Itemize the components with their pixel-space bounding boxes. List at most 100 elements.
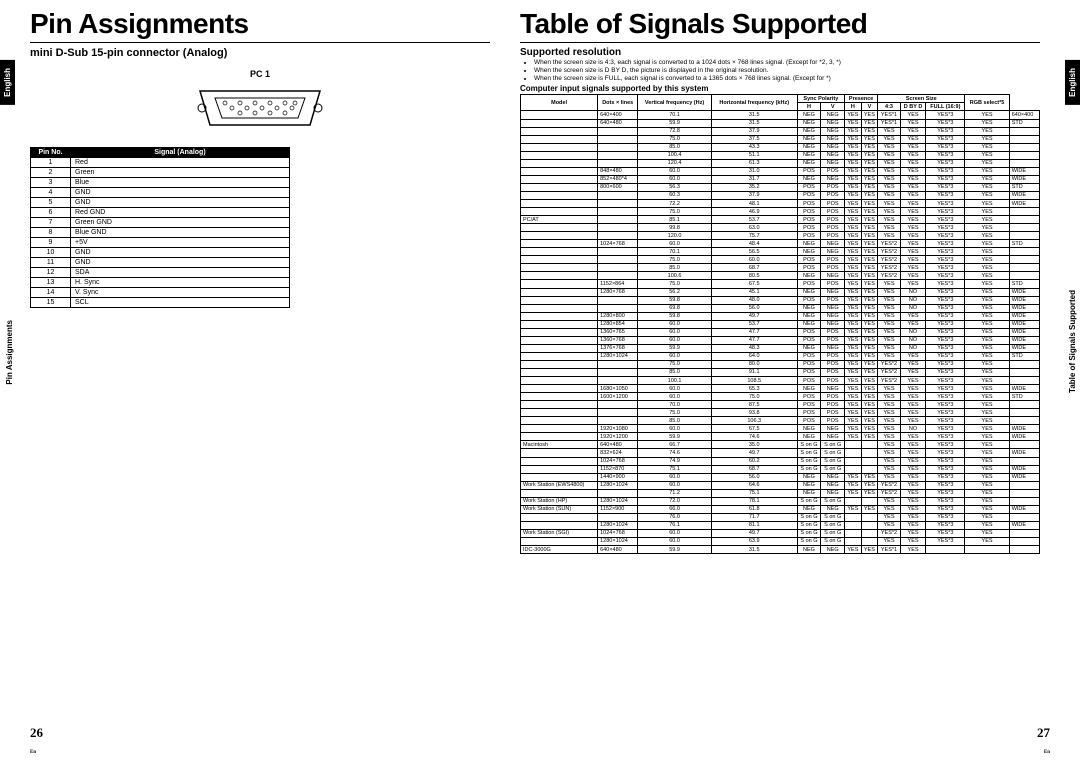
table-row: 120.461.3NEGNEGYESYESYESYESYES*3YES <box>521 159 1040 167</box>
table-row: 1152×86475.067.5POSPOSYESYESYESYESYES*3Y… <box>521 280 1040 288</box>
table-row: 852×480*460.031.7NEGNEGYESYESYESYESYES*3… <box>521 175 1040 183</box>
table-row: Work Station (EWS4800)1280×102460.064.6N… <box>521 481 1040 489</box>
table-row: 70.156.5NEGNEGYESYESYES*2YESYES*3YES <box>521 248 1040 256</box>
th-hp: H <box>845 103 862 111</box>
lang-tab-right: English <box>1065 60 1080 105</box>
table-row: 640×48059.931.5NEGNEGYESYESYES*1YESYES*3… <box>521 119 1040 127</box>
table-row: 848×48060.031.0POSPOSYESYESYESYESYES*3YE… <box>521 167 1040 175</box>
note-item: When the screen size is D BY D, the pict… <box>534 67 1040 75</box>
subtitle-right: Supported resolution <box>520 47 1040 58</box>
table-row: 1024×76860.048.4NEGNEGYESYESYES*2YESYES*… <box>521 240 1040 248</box>
table-row: 8Blue GND <box>31 228 290 238</box>
subtitle-left: mini D-Sub 15-pin connector (Analog) <box>30 47 490 59</box>
table-row: 1680×105060.065.3NEGNEGYESYESYESYESYES*3… <box>521 385 1040 393</box>
table-row: 100.451.1NEGNEGYESYESYESYESYES*3YES <box>521 151 1040 159</box>
notes-heading: Computer input signals supported by this… <box>520 84 1040 93</box>
notes-list: When the screen size is 4:3, each signal… <box>520 59 1040 82</box>
table-row: 70.087.5POSPOSYESYESYESYESYES*3YES <box>521 401 1040 409</box>
connector-diagram: PC 1 <box>30 69 490 133</box>
table-row: Work Station (SUN)1152×90066.061.8NEGNEG… <box>521 505 1040 513</box>
table-row: 800×60056.335.2POSPOSYESYESYESYESYES*3YE… <box>521 183 1040 191</box>
th-rgb: RGB select*5 <box>965 95 1009 111</box>
th-vf: Vertical frequency (Hz) <box>638 95 712 111</box>
th-43: 4:3 <box>878 103 901 111</box>
table-row: 5GND <box>31 198 290 208</box>
table-row: 3Blue <box>31 178 290 188</box>
th-sync: Sync Polarity <box>797 95 845 103</box>
th-h: H <box>797 103 821 111</box>
table-row: 1280×102476.181.1S on GS on GYESYESYES*3… <box>521 521 1040 529</box>
table-row: PC/AT85.153.7POSPOSYESYESYESYESYES*3YES <box>521 216 1040 224</box>
table-row: 1024×76874.960.2S on GS on GYESYESYES*3Y… <box>521 457 1040 465</box>
table-row: 1280×102460.064.0POSPOSYESYESYESYESYES*3… <box>521 352 1040 360</box>
table-row: 120.075.7POSPOSYESYESYESYESYES*3YES <box>521 232 1040 240</box>
table-row: 1920×108060.067.5NEGNEGYESYESYESNOYES*3Y… <box>521 425 1040 433</box>
table-row: 4GND <box>31 188 290 198</box>
table-row: 15SCL <box>31 298 290 308</box>
th-pres: Presence <box>845 95 878 103</box>
table-row: 100.1108.5POSPOSYESYESYES*2YESYES*3YES <box>521 377 1040 385</box>
table-row: 7Green GND <box>31 218 290 228</box>
table-row: 1360×76860.047.7POSPOSYESYESYESNOYES*3YE… <box>521 336 1040 344</box>
th-full: FULL (16:9) <box>926 103 965 111</box>
table-row: 72.248.1POSPOSYESYESYESYESYES*3YESWIDE <box>521 200 1040 208</box>
note-item: When the screen size is 4:3, each signal… <box>534 59 1040 67</box>
table-row: 99.863.0POSPOSYESYESYESYESYES*3YES <box>521 224 1040 232</box>
table-row: 1440×90060.056.0NEGNEGYESYESYESYESYES*3Y… <box>521 473 1040 481</box>
table-row: 76.071.7S on GS on GYESYESYES*3YES <box>521 513 1040 521</box>
signals-table: Model Dots × lines Vertical frequency (H… <box>520 94 1040 554</box>
table-row: 13H. Sync <box>31 278 290 288</box>
table-row: 100.680.5NEGNEGYESYESYES*2YESYES*3YES <box>521 272 1040 280</box>
table-row: 1280×102460.063.9S on GS on GYESYESYES*3… <box>521 537 1040 545</box>
table-row: 1376×76859.948.3NEGNEGYESYESYESNOYES*3YE… <box>521 344 1040 352</box>
table-row: 1280×85460.053.7NEGNEGYESYESYESYESYES*3Y… <box>521 320 1040 328</box>
table-row: 2Green <box>31 168 290 178</box>
table-row: 71.275.1NEGNEGYESYESYES*2YESYES*3YES <box>521 489 1040 497</box>
table-row: 1152×87075.168.7S on GS on GYESYESYES*3Y… <box>521 465 1040 473</box>
th-dots: Dots × lines <box>598 95 638 111</box>
page-title-right: Table of Signals Supported <box>520 8 1040 40</box>
table-row: 14V. Sync <box>31 288 290 298</box>
table-row: Macintosh640×48066.735.0S on GS on GYESY… <box>521 441 1040 449</box>
table-row: 75.093.8POSPOSYESYESYESYESYES*3YES <box>521 409 1040 417</box>
th-vp: V <box>861 103 878 111</box>
pin-header-sig: Signal (Analog) <box>71 148 290 158</box>
table-row: 75.080.0POSPOSYESYESYES*2YESYES*3YES <box>521 360 1040 368</box>
th-ss: Screen Size <box>878 95 965 103</box>
table-row: 85.0106.3POSPOSYESYESYESYESYES*3YES <box>521 417 1040 425</box>
table-row: 85.043.3NEGNEGYESYESYESYESYES*3YES <box>521 143 1040 151</box>
table-row: 6Red GND <box>31 208 290 218</box>
note-item: When the screen size is FULL, each signa… <box>534 75 1040 83</box>
pin-table: Pin No. Signal (Analog) 1Red2Green3Blue4… <box>30 147 290 308</box>
table-row: Work Station (HP)1280×102472.078.1S on G… <box>521 497 1040 505</box>
table-row: 60.337.9POSPOSYESYESYESYESYES*3YESWIDE <box>521 191 1040 199</box>
pin-header-num: Pin No. <box>31 148 71 158</box>
table-row: 1600×120060.075.0POSPOSYESYESYESYESYES*3… <box>521 393 1040 401</box>
table-row: 72.837.9NEGNEGYESYESYESYESYES*3YES <box>521 127 1040 135</box>
table-row: 9+5V <box>31 238 290 248</box>
table-row: 832×62474.649.7S on GS on GYESYESYES*3YE… <box>521 449 1040 457</box>
page-number-left: 26En <box>30 725 43 757</box>
table-row: IDC-3000G640×48059.931.5NEGNEGYESYESYES*… <box>521 546 1040 554</box>
section-label-left: Pin Assignments <box>5 320 14 385</box>
table-row: 1Red <box>31 158 290 168</box>
table-row: 1280×76856.245.1NEGNEGYESYESYESNOYES*3YE… <box>521 288 1040 296</box>
page-title-left: Pin Assignments <box>30 8 490 40</box>
table-row: 11GND <box>31 258 290 268</box>
page-number-right: 27En <box>1037 725 1050 757</box>
table-row: 85.091.1POSPOSYESYESYES*2YESYES*3YES <box>521 368 1040 376</box>
table-row: 1920×120059.974.6NEGNEGYESYESYESYESYES*3… <box>521 433 1040 441</box>
connector-label: PC 1 <box>30 69 490 79</box>
table-row: 75.046.9POSPOSYESYESYESYESYES*3YES <box>521 208 1040 216</box>
th-v: V <box>821 103 845 111</box>
th-dbyd: D BY D <box>900 103 925 111</box>
th-hf: Horizontal frequency (kHz) <box>711 95 797 111</box>
table-row: 1280×80059.849.7NEGNEGYESYESYESYESYES*3Y… <box>521 312 1040 320</box>
table-row: 75.060.0POSPOSYESYESYES*2YESYES*3YES <box>521 256 1040 264</box>
table-row: 640×40070.131.5NEGNEGYESYESYES*1YESYES*3… <box>521 111 1040 119</box>
lang-tab-left: English <box>0 60 15 105</box>
table-row: 12SDA <box>31 268 290 278</box>
th-model: Model <box>521 95 598 111</box>
table-row: 10GND <box>31 248 290 258</box>
table-row: Work Station (SGI)1024×76860.049.7S on G… <box>521 529 1040 537</box>
